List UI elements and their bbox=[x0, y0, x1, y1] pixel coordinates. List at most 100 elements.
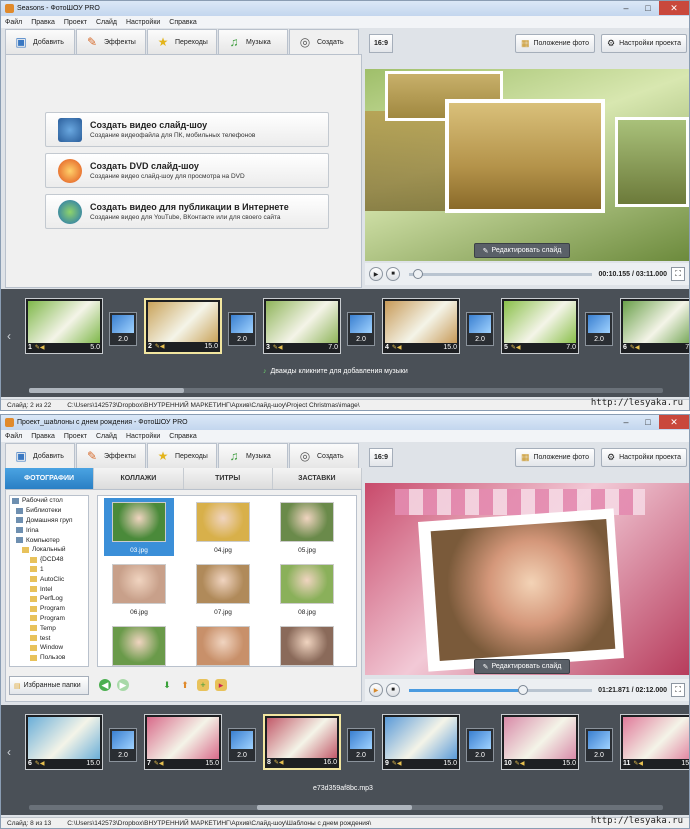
tab-effects[interactable]: ✎ Эффекты bbox=[76, 443, 146, 468]
minimize-button[interactable]: – bbox=[615, 415, 637, 429]
music-track-hint[interactable]: ♪ Дважды кликните для добавления музыки bbox=[263, 368, 408, 375]
project-settings-button[interactable]: ⚙ Настройки проекта bbox=[600, 34, 687, 53]
slide-thumbnail[interactable]: 6 ✎◀ 15.0 bbox=[25, 714, 103, 770]
slide-thumbnail[interactable]: 11✎◀ 15.0 bbox=[620, 714, 689, 770]
slider-knob[interactable] bbox=[517, 684, 528, 695]
slide-tools-icon[interactable]: ✎◀ bbox=[392, 344, 402, 351]
transition-thumbnail[interactable]: 2.0 bbox=[109, 728, 137, 762]
tab-collages[interactable]: КОЛЛАЖИ bbox=[94, 468, 184, 489]
edit-slide-button[interactable]: ✎ Редактировать слайд bbox=[474, 659, 570, 674]
tree-item[interactable]: Библиотеки bbox=[10, 506, 88, 516]
tab-create[interactable]: ◎ Создать bbox=[289, 443, 359, 468]
tree-item[interactable]: Program bbox=[10, 614, 88, 624]
slide-tools-icon[interactable]: ✎◀ bbox=[511, 344, 521, 351]
edit-slide-button[interactable]: ✎ Редактировать слайд bbox=[474, 243, 570, 258]
tree-item[interactable]: Window bbox=[10, 643, 88, 653]
slide-thumbnail[interactable]: 7 ✎◀ 15.0 bbox=[144, 714, 222, 770]
playback-slider[interactable] bbox=[409, 268, 593, 279]
menu-edit[interactable]: Правка bbox=[31, 19, 55, 26]
timeline-left-arrow[interactable]: ‹ bbox=[7, 329, 11, 343]
slide-thumbnail[interactable]: 6✎◀ 7.0 bbox=[620, 298, 689, 354]
transition-thumbnail[interactable]: 2.0 bbox=[585, 312, 613, 346]
menu-file[interactable]: Файл bbox=[5, 19, 22, 26]
photo-thumbnail[interactable]: 06.jpg bbox=[104, 560, 174, 618]
slide-thumbnail[interactable]: 3 ✎◀ 7.0 bbox=[263, 298, 341, 354]
transition-thumbnail[interactable]: 2.0 bbox=[466, 728, 494, 762]
tree-item[interactable]: Компьютер bbox=[10, 535, 88, 545]
tab-titles[interactable]: ТИТРЫ bbox=[184, 468, 273, 489]
menu-slide[interactable]: Слайд bbox=[96, 433, 117, 440]
menu-project[interactable]: Проект bbox=[64, 433, 87, 440]
playback-slider[interactable] bbox=[409, 684, 593, 695]
fullscreen-button[interactable]: ⛶ bbox=[671, 683, 685, 697]
photo-thumbnail[interactable]: 03.jpg bbox=[104, 498, 174, 556]
slide-tools-icon[interactable]: ✎◀ bbox=[392, 760, 402, 767]
tab-transitions[interactable]: ★ Переходы bbox=[147, 29, 217, 54]
tree-item[interactable]: PerfLog bbox=[10, 594, 88, 604]
photo-thumbnail[interactable]: 04.jpg bbox=[188, 498, 258, 556]
slide-tools-icon[interactable]: ✎◀ bbox=[273, 344, 283, 351]
maximize-button[interactable]: □ bbox=[637, 415, 659, 429]
menu-settings[interactable]: Настройки bbox=[126, 433, 160, 440]
slide-tools-icon[interactable]: ✎◀ bbox=[155, 343, 165, 350]
minimize-button[interactable]: – bbox=[615, 1, 637, 15]
photo-thumbnail[interactable]: 07.jpg bbox=[188, 560, 258, 618]
tree-item[interactable]: Intel bbox=[10, 584, 88, 594]
slide-tools-icon[interactable]: ✎◀ bbox=[630, 344, 640, 351]
transition-thumbnail[interactable]: 2.0 bbox=[466, 312, 494, 346]
slide-tools-icon[interactable]: ✎◀ bbox=[274, 759, 284, 766]
create-web-button[interactable]: Создать видео для публикации в Интернете… bbox=[45, 194, 329, 229]
tree-item[interactable]: {DCD48 bbox=[10, 555, 88, 565]
tab-music[interactable]: ♫ Музыка bbox=[218, 29, 288, 54]
photo-thumbnail[interactable] bbox=[272, 622, 342, 680]
folder-up-icon[interactable]: ⬆ bbox=[179, 679, 191, 691]
slider-knob[interactable] bbox=[413, 268, 424, 279]
photo-position-button[interactable]: ▦ Положение фото bbox=[515, 34, 595, 53]
tree-item[interactable]: Пользов bbox=[10, 653, 88, 663]
photo-thumbnail[interactable]: 05.jpg bbox=[272, 498, 342, 556]
photo-thumbnail[interactable]: 08.jpg bbox=[272, 560, 342, 618]
slide-tools-icon[interactable]: ✎◀ bbox=[35, 344, 45, 351]
photo-thumbnail[interactable] bbox=[188, 622, 258, 680]
slide-thumbnail[interactable]: 10 ✎◀ 15.0 bbox=[501, 714, 579, 770]
slide-tools-icon[interactable]: ✎◀ bbox=[35, 760, 45, 767]
menu-slide[interactable]: Слайд bbox=[96, 19, 117, 26]
menu-edit[interactable]: Правка bbox=[31, 433, 55, 440]
timeline-scrollbar[interactable] bbox=[29, 388, 663, 393]
tree-item[interactable]: Temp bbox=[10, 623, 88, 633]
slide-thumbnail[interactable]: 8 ✎◀ 16.0 bbox=[263, 714, 341, 770]
menu-file[interactable]: Файл bbox=[5, 433, 22, 440]
slide-thumbnail[interactable]: 1 ✎◀ 5.0 bbox=[25, 298, 103, 354]
tree-item[interactable]: Локальный bbox=[10, 545, 88, 555]
tree-item[interactable]: Program bbox=[10, 604, 88, 614]
slide-tools-icon[interactable]: ✎◀ bbox=[633, 760, 643, 767]
transition-thumbnail[interactable]: 2.0 bbox=[347, 312, 375, 346]
transition-thumbnail[interactable]: 2.0 bbox=[228, 728, 256, 762]
project-settings-button[interactable]: ⚙ Настройки проекта bbox=[600, 448, 687, 467]
tab-transitions[interactable]: ★ Переходы bbox=[147, 443, 217, 468]
slide-thumbnail[interactable]: 5 ✎◀ 7.0 bbox=[501, 298, 579, 354]
tab-add[interactable]: ▣ Добавить bbox=[5, 29, 75, 54]
scrollbar-thumb[interactable] bbox=[29, 388, 184, 393]
tree-item[interactable]: test bbox=[10, 633, 88, 643]
tree-item[interactable]: Рабочий стол bbox=[10, 496, 88, 506]
folder-open-icon[interactable]: ▸ bbox=[215, 679, 227, 691]
transition-thumbnail[interactable]: 2.0 bbox=[585, 728, 613, 762]
close-button[interactable]: ✕ bbox=[659, 1, 689, 15]
stop-button[interactable]: ■ bbox=[386, 267, 400, 281]
maximize-button[interactable]: □ bbox=[637, 1, 659, 15]
slide-tools-icon[interactable]: ✎◀ bbox=[515, 760, 525, 767]
timeline-scrollbar[interactable] bbox=[29, 805, 663, 810]
play-button[interactable]: ▶ bbox=[369, 267, 383, 281]
tab-create[interactable]: ◎ Создать bbox=[289, 29, 359, 54]
close-button[interactable]: ✕ bbox=[659, 415, 689, 429]
tree-item[interactable]: Irina bbox=[10, 525, 88, 535]
play-button[interactable]: ▶ bbox=[369, 683, 383, 697]
tab-photos[interactable]: ФОТОГРАФИИ bbox=[5, 468, 95, 489]
slide-thumbnail[interactable]: 9 ✎◀ 15.0 bbox=[382, 714, 460, 770]
favorite-folders-button[interactable]: ▤ Избранные папки bbox=[9, 676, 89, 695]
transition-thumbnail[interactable]: 2.0 bbox=[109, 312, 137, 346]
scrollbar-thumb[interactable] bbox=[257, 805, 412, 810]
photo-thumbnail[interactable] bbox=[104, 622, 174, 680]
tree-item[interactable]: 1 bbox=[10, 565, 88, 575]
